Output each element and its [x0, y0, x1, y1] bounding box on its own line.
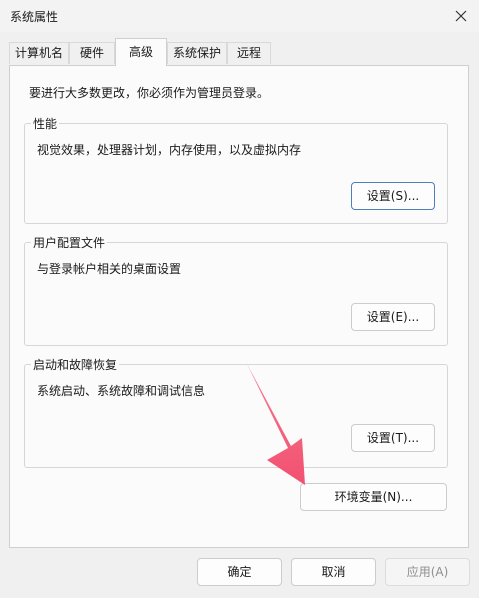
window-title: 系统属性 [10, 10, 59, 24]
tab-remote[interactable]: 远程 [227, 42, 271, 64]
tab-hardware[interactable]: 硬件 [69, 42, 115, 64]
startup-recovery-group: 启动和故障恢复 系统启动、系统故障和调试信息 [24, 356, 448, 468]
cancel-button[interactable]: 取消 [291, 558, 376, 586]
performance-label: 性能 [31, 115, 60, 132]
title-bar: 系统属性 [0, 0, 479, 32]
tab-system-protection[interactable]: 系统保护 [167, 42, 227, 64]
startup-recovery-settings-button[interactable]: 设置(T)... [351, 424, 435, 452]
startup-recovery-label: 启动和故障恢复 [31, 356, 120, 373]
close-icon [455, 10, 467, 22]
user-profiles-description: 与登录帐户相关的桌面设置 [37, 262, 182, 276]
tab-strip: 计算机名 硬件 高级 系统保护 远程 [0, 38, 479, 66]
user-profiles-label: 用户配置文件 [31, 234, 108, 251]
tab-advanced[interactable]: 高级 [115, 38, 167, 66]
admin-notice: 要进行大多数更改，你必须作为管理员登录。 [29, 86, 270, 100]
performance-description: 视觉效果，处理器计划，内存使用，以及虚拟内存 [37, 143, 302, 157]
performance-settings-button[interactable]: 设置(S)... [351, 182, 435, 210]
close-button[interactable] [449, 4, 473, 28]
user-profiles-settings-button[interactable]: 设置(E)... [351, 303, 435, 331]
tab-computer-name[interactable]: 计算机名 [9, 42, 69, 64]
ok-button[interactable]: 确定 [197, 558, 282, 586]
apply-button[interactable]: 应用(A) [385, 558, 470, 586]
startup-recovery-description: 系统启动、系统故障和调试信息 [37, 384, 206, 398]
environment-variables-button[interactable]: 环境变量(N)... [300, 483, 447, 511]
